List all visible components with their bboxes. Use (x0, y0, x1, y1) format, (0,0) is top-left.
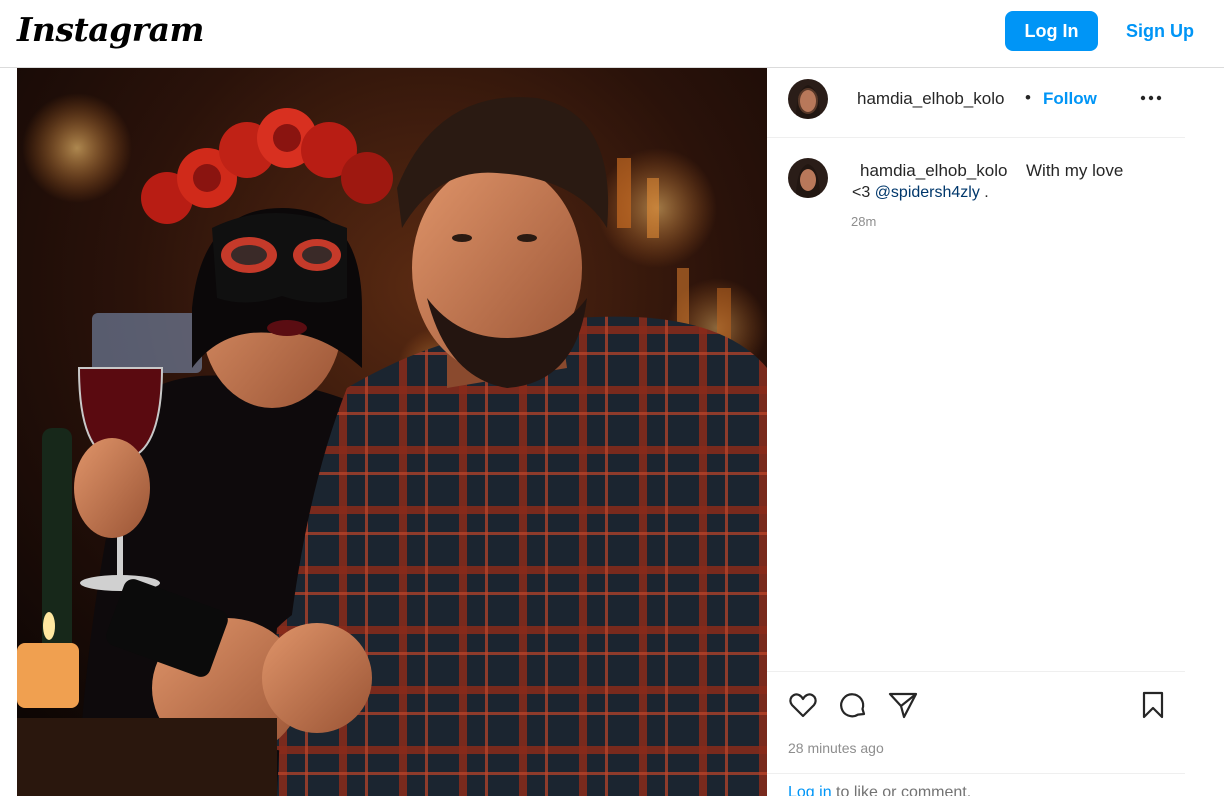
bookmark-icon[interactable] (1137, 689, 1169, 721)
caption-heart-text: <3 (852, 184, 875, 201)
caption-timestamp: 28m (851, 214, 877, 229)
caption-username[interactable]: hamdia_elhob_kolo (860, 161, 1007, 181)
share-icon[interactable] (887, 689, 919, 721)
heart-icon[interactable] (787, 689, 819, 721)
comment-icon[interactable] (837, 689, 869, 721)
post-photo-illustration (17, 68, 767, 796)
sign-up-link[interactable]: Sign Up (1114, 11, 1206, 51)
more-options-icon[interactable] (1139, 90, 1163, 106)
log-in-button[interactable]: Log In (1005, 11, 1098, 51)
post-image[interactable] (17, 68, 767, 796)
separator-dot: • (1025, 88, 1031, 107)
caption-avatar[interactable] (788, 158, 828, 198)
avatar[interactable] (788, 79, 828, 119)
instagram-logo[interactable]: Instagram (17, 10, 204, 49)
caption-suffix: . (979, 184, 989, 201)
follow-button[interactable]: Follow (1043, 89, 1097, 109)
caption-text: With my love (1026, 161, 1124, 180)
header-username[interactable]: hamdia_elhob_kolo (857, 89, 1004, 109)
post-time-ago: 28 minutes ago (788, 740, 884, 756)
top-navigation: Instagram Log In Sign Up (0, 0, 1224, 68)
post-actions: 28 minutes ago Log in to like or comment… (767, 671, 1185, 796)
login-prompt: Log in to like or comment. (767, 773, 1185, 796)
post-header: hamdia_elhob_kolo • Follow (767, 68, 1185, 138)
post-side-panel: hamdia_elhob_kolo • Follow hamdia_elhob_… (767, 68, 1187, 796)
log-in-link[interactable]: Log in (788, 784, 832, 796)
login-prompt-text: to like or comment. (831, 784, 972, 796)
mention-link[interactable]: @spidersh4zly (875, 184, 980, 201)
caption-line-2: <3 @spidersh4zly . (852, 184, 989, 202)
